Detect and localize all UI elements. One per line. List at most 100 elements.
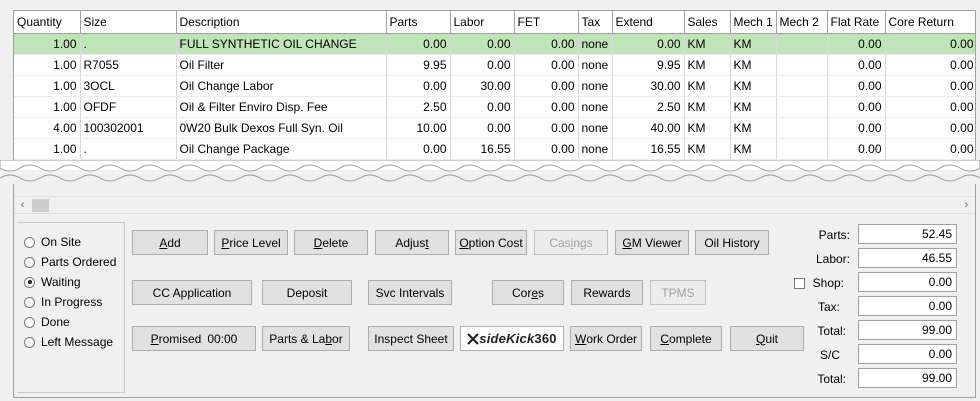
parts-labor-button[interactable]: Parts & La b or — [262, 326, 350, 351]
logo-part: Kick — [506, 331, 535, 346]
cell-desc: Oil Change Package — [176, 138, 387, 160]
line-items-grid[interactable]: Quantity Size Description Parts Labor FE… — [13, 10, 976, 170]
promised-button[interactable]: Promised 00:00 — [132, 326, 256, 351]
cell-parts: 2.50 — [386, 96, 451, 118]
labor-total-field: 46.55 — [858, 248, 957, 268]
casings-button[interactable]: Cas i ngs — [534, 230, 608, 255]
deposit-button[interactable]: Deposit — [262, 280, 352, 305]
cell-qty: 1.00 — [14, 138, 81, 160]
cc-application-button[interactable]: CC Application — [132, 280, 252, 305]
btn-label: uit — [765, 331, 779, 346]
price-level-button[interactable]: Price Level — [214, 230, 288, 255]
cell-sales: KM — [684, 138, 731, 160]
grand-total-label: Total: — [817, 372, 846, 386]
col-sales[interactable]: Sales — [684, 11, 731, 34]
parts-total-field: 52.45 — [858, 224, 957, 244]
shop-total-field: 0.00 — [858, 272, 957, 292]
col-tax[interactable]: Tax — [578, 11, 613, 34]
table-row[interactable]: 1.00 . Oil Change Package 0.00 16.55 0.0… — [14, 138, 975, 160]
rewards-button[interactable]: Rewards — [571, 280, 643, 305]
cell-qty: 1.00 — [14, 75, 81, 97]
cell-extend: 9.95 — [612, 54, 685, 76]
col-mech1[interactable]: Mech 1 — [730, 11, 777, 34]
cell-flat: 0.00 — [827, 54, 886, 76]
adjust-button[interactable]: Adjus t — [375, 230, 449, 255]
scroll-left-icon[interactable]: ‹ — [14, 197, 31, 214]
btn-label: ork Order — [586, 331, 637, 346]
logo-part: side — [479, 331, 507, 346]
radio-left-message[interactable]: Left Message — [24, 333, 117, 351]
svc-intervals-button[interactable]: Svc Intervals — [368, 280, 452, 305]
cell-parts: 10.00 — [386, 117, 451, 139]
btn-label: omplete — [668, 331, 712, 346]
btn-label: s — [538, 285, 545, 300]
col-description[interactable]: Description — [176, 11, 387, 34]
btn-label: or — [332, 331, 343, 346]
cell-sales: KM — [684, 96, 731, 118]
cell-extend: 0.00 — [612, 33, 685, 55]
sidekick360-button[interactable]: side Kick 360 — [460, 326, 564, 351]
col-quantity[interactable]: Quantity — [14, 11, 81, 34]
complete-button[interactable]: Complete — [650, 326, 722, 351]
table-row[interactable]: 1.00 . FULL SYNTHETIC OIL CHANGE 0.00 0.… — [14, 33, 975, 55]
cell-fet: 0.00 — [514, 96, 579, 118]
radio-selected-icon — [24, 276, 35, 288]
cell-parts: 0.00 — [386, 75, 451, 97]
cell-fet: 0.00 — [514, 33, 579, 55]
cell-size: R7055 — [80, 54, 177, 76]
horizontal-scrollbar[interactable]: ‹ › — [14, 196, 975, 214]
inspect-sheet-button[interactable]: Inspect Sheet — [368, 326, 454, 351]
cell-mech2 — [776, 117, 828, 139]
col-size[interactable]: Size — [80, 11, 177, 34]
radio-circle-icon — [24, 296, 35, 308]
radio-parts-ordered[interactable]: Parts Ordered — [24, 253, 117, 271]
table-row[interactable]: 1.00 3OCL Oil Change Labor 0.00 30.00 0.… — [14, 75, 975, 97]
cell-tax: none — [578, 75, 613, 97]
radio-done[interactable]: Done — [24, 313, 117, 331]
radio-on-site[interactable]: On Site — [24, 233, 117, 251]
col-core-return[interactable]: Core Return — [885, 11, 975, 34]
oil-history-button[interactable]: Oil History — [695, 230, 769, 255]
scroll-right-icon[interactable]: › — [958, 197, 975, 214]
radio-waiting[interactable]: Waiting — [24, 273, 117, 291]
col-flat-rate[interactable]: Flat Rate — [827, 11, 886, 34]
cell-size: . — [80, 138, 177, 160]
cell-extend: 16.55 — [612, 138, 685, 160]
table-row[interactable]: 1.00 R7055 Oil Filter 9.95 0.00 0.00 non… — [14, 54, 975, 76]
cell-labor: 16.55 — [450, 138, 515, 160]
col-mech2[interactable]: Mech 2 — [776, 11, 828, 34]
col-fet[interactable]: FET — [514, 11, 579, 34]
radio-label: Waiting — [41, 275, 81, 289]
cell-mech1: KM — [730, 54, 777, 76]
work-order-button[interactable]: Work Order — [570, 326, 642, 351]
logo-part: 360 — [534, 331, 557, 346]
cell-flat: 0.00 — [827, 138, 886, 160]
col-extend[interactable]: Extend — [612, 11, 685, 34]
cell-extend: 2.50 — [612, 96, 685, 118]
cell-qty: 1.00 — [14, 54, 81, 76]
cell-flat: 0.00 — [827, 117, 886, 139]
table-row[interactable]: 1.00 OFDF Oil & Filter Enviro Disp. Fee … — [14, 96, 975, 118]
radio-in-progress[interactable]: In Progress — [24, 293, 117, 311]
grid-header: Quantity Size Description Parts Labor FE… — [14, 11, 975, 34]
sidekick-x-icon — [467, 332, 480, 345]
tpms-button[interactable]: TPMS — [650, 280, 706, 305]
cell-flat: 0.00 — [827, 75, 886, 97]
col-parts[interactable]: Parts — [386, 11, 451, 34]
cell-sales: KM — [684, 117, 731, 139]
cell-desc: Oil Change Labor — [176, 75, 387, 97]
btn-mnemonic: e — [531, 285, 539, 300]
radio-label: Parts Ordered — [41, 255, 117, 269]
cores-button[interactable]: Cor e s — [492, 280, 564, 305]
sc-total-label: S/C — [819, 348, 840, 362]
cell-tax: none — [578, 33, 613, 55]
add-button[interactable]: Add — [132, 230, 208, 255]
gm-viewer-button[interactable]: GM Viewer — [615, 230, 689, 255]
scroll-thumb[interactable] — [32, 199, 49, 212]
table-row[interactable]: 4.00 100302001 0W20 Bulk Dexos Full Syn.… — [14, 117, 975, 139]
cell-tax: none — [578, 54, 613, 76]
col-labor[interactable]: Labor — [450, 11, 515, 34]
cell-labor: 0.00 — [450, 33, 515, 55]
delete-button[interactable]: Delete — [294, 230, 368, 255]
option-cost-button[interactable]: Option Cost — [455, 230, 527, 255]
